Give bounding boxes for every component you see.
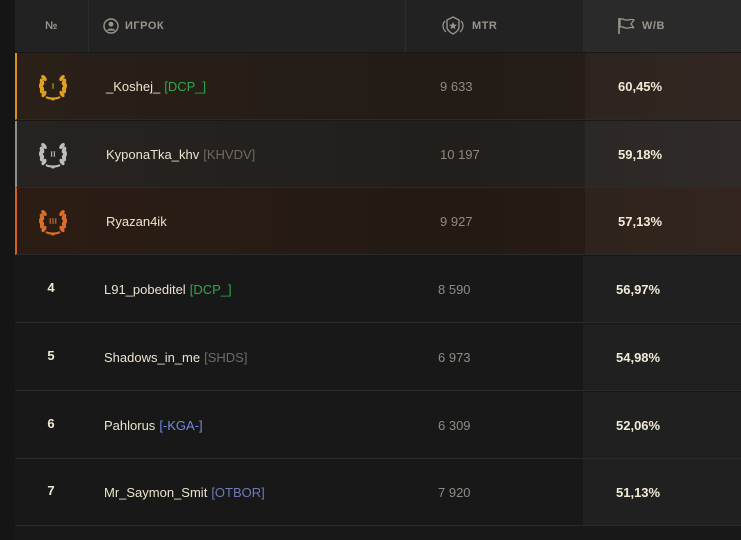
wb-column-highlight xyxy=(585,121,741,187)
clan-tag[interactable]: [-KGA-] xyxy=(159,418,202,433)
player-name[interactable]: Shadows_in_me xyxy=(104,350,200,365)
player-name[interactable]: _Koshej_ xyxy=(106,79,160,94)
table-header: № ИГРОК MTR W/B xyxy=(15,0,741,52)
mtr-value: 6 309 xyxy=(438,417,471,433)
mtr-value: 9 927 xyxy=(440,213,473,229)
mtr-value: 8 590 xyxy=(438,281,471,297)
rank-cell: 4 xyxy=(15,256,87,322)
wb-column-highlight xyxy=(585,53,741,119)
wb-value: 51,13% xyxy=(616,484,661,500)
rank-cell: 5 xyxy=(15,324,87,390)
medal-numeral: I xyxy=(52,83,55,91)
mtr-value: 10 197 xyxy=(440,146,480,162)
rank-cell: 7 xyxy=(15,459,87,525)
player-name[interactable]: Pahlorus xyxy=(104,418,155,433)
leaderboard-table: № ИГРОК MTR W/B I _Koshej_ [DCP_] 9 633 … xyxy=(15,0,741,540)
wb-value: 54,98% xyxy=(616,349,661,365)
player-cell: Shadows_in_me [SHDS] xyxy=(104,324,247,390)
clan-tag[interactable]: [SHDS] xyxy=(204,350,247,365)
medal-numeral: II xyxy=(50,151,56,159)
rank-number: 7 xyxy=(47,483,55,498)
table-row[interactable]: 6 Pahlorus [-KGA-] 6 309 52,06% xyxy=(15,392,741,459)
player-cell: Pahlorus [-KGA-] xyxy=(104,392,203,458)
clan-tag[interactable]: [DCP_] xyxy=(164,79,206,94)
wb-column-highlight xyxy=(583,324,741,390)
table-row[interactable]: 4 L91_pobeditel [DCP_] 8 590 56,97% xyxy=(15,256,741,323)
rank-cell: III xyxy=(17,188,89,254)
wb-value: 59,18% xyxy=(618,146,663,162)
gold-laurel-medal-icon: I xyxy=(35,70,71,102)
table-row[interactable]: 7 Mr_Saymon_Smit [OTBOR] 7 920 51,13% xyxy=(15,459,741,526)
rank-header-label: № xyxy=(45,20,58,32)
wb-header-label: W/B xyxy=(642,20,665,32)
mtr-value: 6 973 xyxy=(438,349,471,365)
column-header-rank[interactable]: № xyxy=(15,0,89,52)
wb-value: 60,45% xyxy=(618,78,663,94)
column-header-wb[interactable]: W/B xyxy=(584,0,741,52)
wb-value: 57,13% xyxy=(618,213,663,229)
player-header-label: ИГРОК xyxy=(125,20,165,32)
rank-number: 6 xyxy=(47,416,55,431)
clan-tag[interactable]: [DCP_] xyxy=(190,282,232,297)
table-row[interactable]: I _Koshej_ [DCP_] 9 633 60,45% xyxy=(15,53,741,120)
rank-cell: 6 xyxy=(15,392,87,458)
player-cell: Mr_Saymon_Smit [OTBOR] xyxy=(104,459,265,525)
rank-number: 4 xyxy=(47,280,55,295)
wb-column-highlight xyxy=(583,256,741,322)
player-name[interactable]: KyponaTka_khv xyxy=(106,147,199,162)
rank-cell: II xyxy=(17,121,89,187)
clan-tag[interactable]: [OTBOR] xyxy=(211,485,264,500)
column-header-player[interactable]: ИГРОК xyxy=(89,0,406,52)
table-row[interactable]: III Ryazan4ik 9 927 57,13% xyxy=(15,188,741,255)
player-name[interactable]: Ryazan4ik xyxy=(106,214,167,229)
bronze-laurel-medal-icon: III xyxy=(35,205,71,237)
mtr-value: 7 920 xyxy=(438,484,471,500)
table-row[interactable]: 5 Shadows_in_me [SHDS] 6 973 54,98% xyxy=(15,324,741,391)
player-name[interactable]: L91_pobeditel xyxy=(104,282,186,297)
player-cell: KyponaTka_khv [KHVDV] xyxy=(106,121,255,187)
wb-column-highlight xyxy=(585,188,741,254)
silver-laurel-medal-icon: II xyxy=(35,138,71,170)
wb-value: 52,06% xyxy=(616,417,661,433)
rank-number: 5 xyxy=(47,348,55,363)
player-cell: _Koshej_ [DCP_] xyxy=(106,53,206,119)
user-icon xyxy=(103,18,119,34)
mtr-header-label: MTR xyxy=(472,20,498,32)
player-name[interactable]: Mr_Saymon_Smit xyxy=(104,485,207,500)
player-cell: L91_pobeditel [DCP_] xyxy=(104,256,232,322)
wb-value: 56,97% xyxy=(616,281,661,297)
rank-emblem-icon xyxy=(440,15,466,37)
wb-column-highlight xyxy=(583,459,741,525)
rank-cell: I xyxy=(17,53,89,119)
medal-numeral: III xyxy=(49,218,57,226)
mtr-value: 9 633 xyxy=(440,78,473,94)
table-row[interactable]: II KyponaTka_khv [KHVDV] 10 197 59,18% xyxy=(15,121,741,188)
column-header-mtr[interactable]: MTR xyxy=(406,0,584,52)
wb-column-highlight xyxy=(583,392,741,458)
flag-icon xyxy=(616,17,636,35)
clan-tag[interactable]: [KHVDV] xyxy=(203,147,255,162)
player-cell: Ryazan4ik xyxy=(106,188,167,254)
